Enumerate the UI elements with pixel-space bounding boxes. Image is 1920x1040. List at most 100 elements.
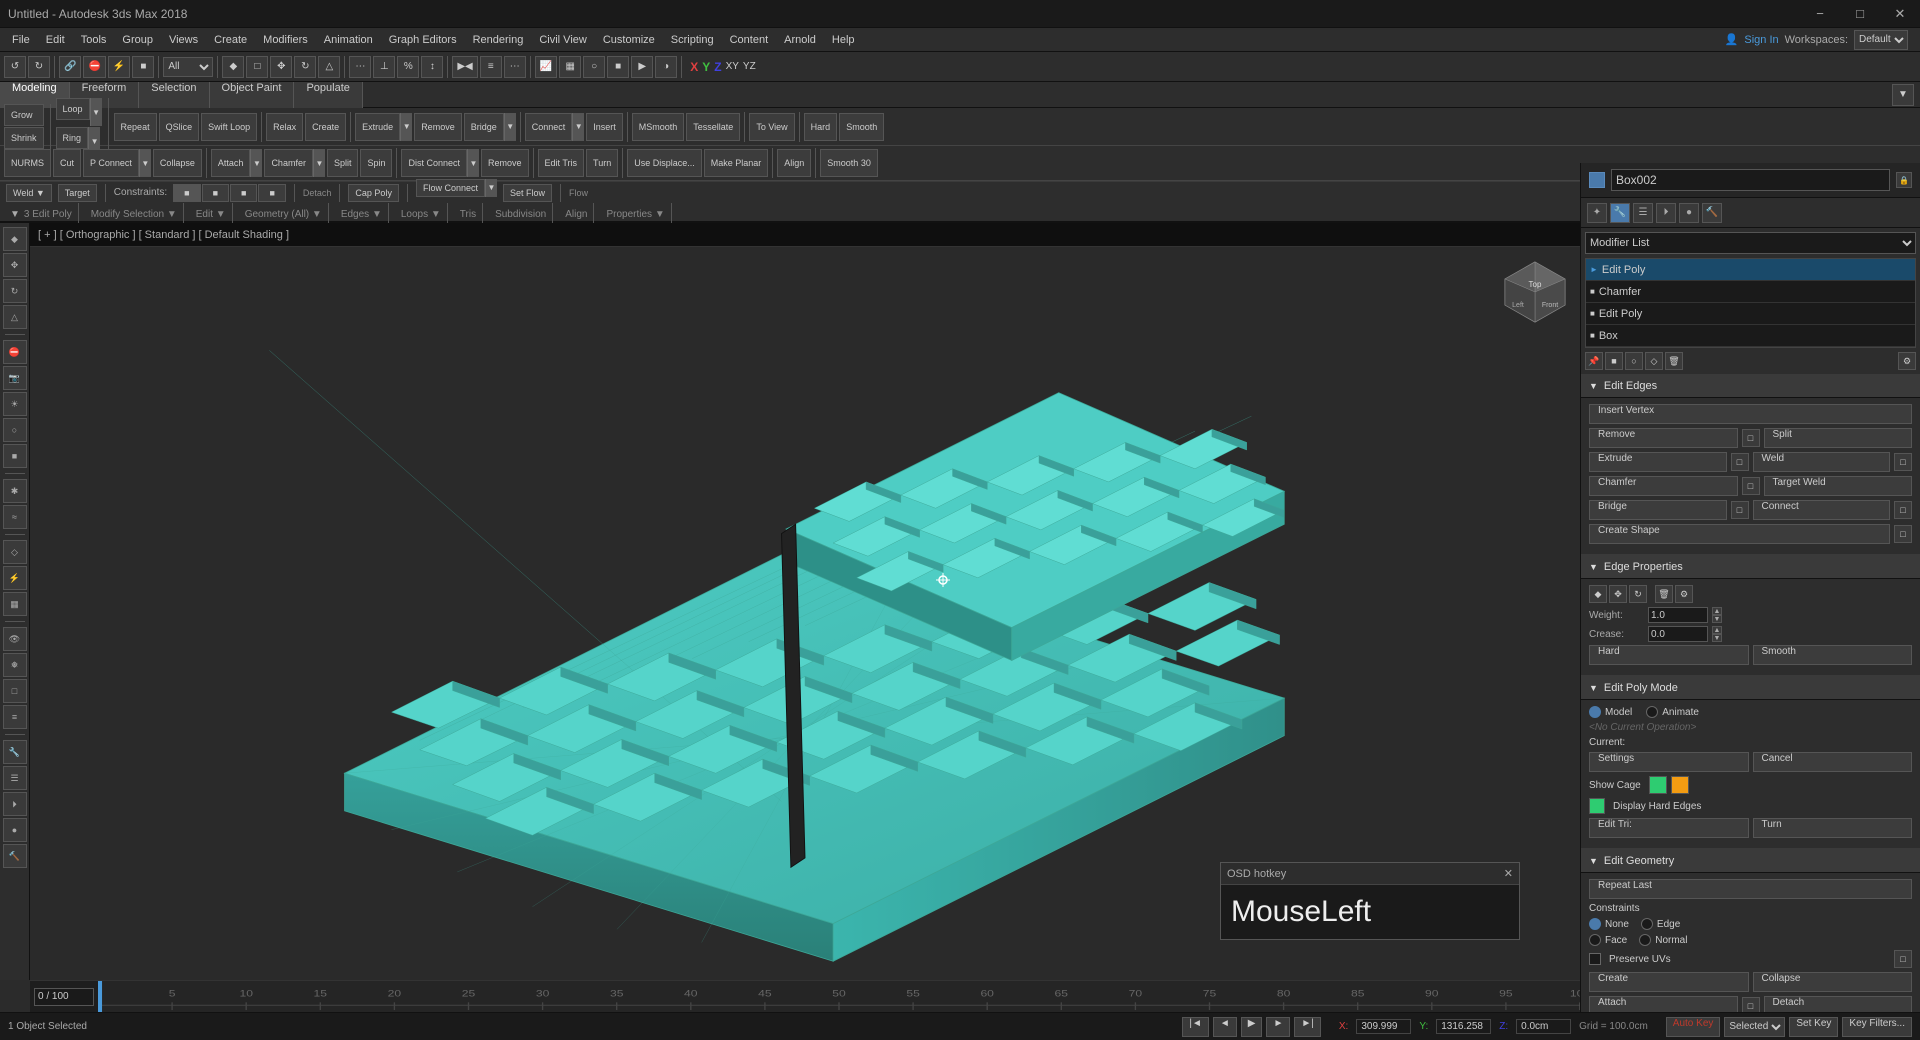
- menu-tools[interactable]: Tools: [73, 32, 115, 48]
- menu-civil-view[interactable]: Civil View: [531, 32, 594, 48]
- edge-radio[interactable]: [1641, 918, 1653, 930]
- lt-motion[interactable]: ⏵: [3, 792, 27, 816]
- angle-snap-button[interactable]: ⊥: [373, 56, 395, 78]
- unlink-button[interactable]: ⛔: [83, 56, 105, 78]
- connect-btn2[interactable]: Connect: [1753, 500, 1891, 520]
- weight-up[interactable]: ▲: [1712, 607, 1722, 615]
- make-unique-btn[interactable]: ◇: [1645, 352, 1663, 370]
- play-btn[interactable]: ▶: [1241, 1017, 1263, 1037]
- loop-dropdown[interactable]: ▼: [90, 98, 102, 126]
- spin-button[interactable]: Spin: [360, 149, 392, 177]
- lt-manipulate[interactable]: ◇: [3, 540, 27, 564]
- turn-btn2[interactable]: Turn: [1753, 818, 1913, 838]
- make-planar-button[interactable]: Make Planar: [704, 149, 769, 177]
- modifier-list-dropdown[interactable]: Modifier List: [1585, 232, 1916, 254]
- smooth-button[interactable]: Smooth: [839, 113, 884, 141]
- chamfer-btn2[interactable]: Chamfer: [1589, 476, 1738, 496]
- move-button[interactable]: ✥: [270, 56, 292, 78]
- set-flow-button[interactable]: Set Flow: [503, 184, 552, 202]
- loop-button[interactable]: Loop: [56, 98, 90, 120]
- prop-utilities-icon[interactable]: 🔨: [1702, 203, 1722, 223]
- weld-settings-btn[interactable]: □: [1894, 453, 1912, 471]
- ribbon-grow-button[interactable]: Grow: [4, 104, 44, 126]
- split-button[interactable]: Split: [327, 149, 359, 177]
- model-radio[interactable]: [1589, 706, 1601, 718]
- constraints-e1-button[interactable]: ■: [202, 184, 229, 202]
- chamfer-settings-btn[interactable]: □: [1742, 477, 1760, 495]
- pin-stack-btn[interactable]: 📌: [1585, 352, 1603, 370]
- time-position-input[interactable]: [34, 988, 94, 1006]
- lt-hide[interactable]: 👁: [3, 627, 27, 651]
- stack-item-editpoly1[interactable]: ► Edit Poly: [1586, 259, 1915, 281]
- attach-dropdown[interactable]: ▼: [250, 149, 262, 177]
- jump-end-btn[interactable]: ►|: [1294, 1017, 1321, 1037]
- lt-freeze[interactable]: ❅: [3, 653, 27, 677]
- lt-crowd[interactable]: ▦: [3, 592, 27, 616]
- preserve-uvs-settings-btn[interactable]: □: [1894, 950, 1912, 968]
- ribbon-pin-button[interactable]: ▼: [1892, 84, 1914, 106]
- tab-object-paint[interactable]: Object Paint: [210, 82, 295, 108]
- weld-button[interactable]: Weld ▼: [6, 184, 52, 202]
- redo-button[interactable]: ↻: [28, 56, 50, 78]
- next-frame-btn[interactable]: ►: [1266, 1017, 1290, 1037]
- tab-selection[interactable]: Selection: [139, 82, 209, 108]
- create-shape-btn[interactable]: Create Shape: [1589, 524, 1890, 544]
- extrude-settings-btn[interactable]: □: [1731, 453, 1749, 471]
- selected-dropdown[interactable]: Selected: [1724, 1017, 1785, 1037]
- extrude-dropdown[interactable]: ▼: [400, 113, 412, 141]
- connect-settings-btn[interactable]: □: [1894, 501, 1912, 519]
- bridge-dropdown[interactable]: ▼: [504, 113, 516, 141]
- pconnect-button[interactable]: P Connect: [83, 149, 139, 177]
- dist-connect-dropdown[interactable]: ▼: [467, 149, 479, 177]
- scale-button[interactable]: △: [318, 56, 340, 78]
- lt-select[interactable]: ◆: [3, 227, 27, 251]
- lt-hierarchy[interactable]: ☰: [3, 766, 27, 790]
- viewport-cube[interactable]: Top Front Left: [1500, 257, 1570, 327]
- cage-green-btn[interactable]: [1649, 776, 1667, 794]
- relax-button[interactable]: Relax: [266, 113, 303, 141]
- use-displace-button[interactable]: Use Displace...: [627, 149, 702, 177]
- attach-button[interactable]: Attach: [211, 149, 251, 177]
- spinner-snap-button[interactable]: ↕: [421, 56, 443, 78]
- undo-button[interactable]: ↺: [4, 56, 26, 78]
- select-link-button[interactable]: 🔗: [59, 56, 81, 78]
- minimize-button[interactable]: −: [1800, 0, 1840, 28]
- hard-button[interactable]: Hard: [804, 113, 838, 141]
- preserve-uvs-checkbox[interactable]: [1589, 953, 1601, 965]
- constraints-e2-button[interactable]: ■: [230, 184, 257, 202]
- remove2-button[interactable]: Remove: [481, 149, 529, 177]
- flow-connect-button[interactable]: Flow Connect: [416, 179, 485, 197]
- lt-geometry[interactable]: ■: [3, 444, 27, 468]
- menu-animation[interactable]: Animation: [316, 32, 381, 48]
- lt-camera[interactable]: 📷: [3, 366, 27, 390]
- snap-button[interactable]: ⋯: [349, 56, 371, 78]
- flow-connect-dropdown[interactable]: ▼: [485, 179, 497, 197]
- lt-modify[interactable]: 🔧: [3, 740, 27, 764]
- key-filters-btn[interactable]: Key Filters...: [1842, 1017, 1912, 1037]
- crease-input[interactable]: [1648, 626, 1708, 642]
- weight-down[interactable]: ▼: [1712, 615, 1722, 623]
- lt-layer[interactable]: ≡: [3, 705, 27, 729]
- remove-button[interactable]: Remove: [414, 113, 462, 141]
- edit-geometry-header[interactable]: ▼ Edit Geometry: [1581, 849, 1920, 873]
- lt-move[interactable]: ✥: [3, 253, 27, 277]
- extrude-button[interactable]: Extrude: [355, 113, 400, 141]
- lt-link[interactable]: ⛔: [3, 340, 27, 364]
- nurms-button[interactable]: NURMS: [4, 149, 51, 177]
- stack-item-box[interactable]: ■ Box: [1586, 325, 1915, 347]
- ep-select-icon[interactable]: ◆: [1589, 585, 1607, 603]
- menu-create[interactable]: Create: [206, 32, 255, 48]
- crease-down[interactable]: ▼: [1712, 634, 1722, 642]
- repeat-button[interactable]: Repeat: [114, 113, 157, 141]
- stack-item-chamfer[interactable]: ■ Chamfer: [1586, 281, 1915, 303]
- repeat-last-btn[interactable]: Repeat Last: [1589, 879, 1912, 899]
- lt-helper[interactable]: ✱: [3, 479, 27, 503]
- menu-graph-editors[interactable]: Graph Editors: [381, 32, 465, 48]
- insert-vertex-btn[interactable]: Insert Vertex: [1589, 404, 1912, 424]
- menu-content[interactable]: Content: [722, 32, 777, 48]
- pconnect-dropdown[interactable]: ▼: [139, 149, 151, 177]
- stack-item-editpoly2[interactable]: ■ Edit Poly: [1586, 303, 1915, 325]
- remove-mod-btn[interactable]: 🗑: [1665, 352, 1683, 370]
- close-button[interactable]: ✕: [1880, 0, 1920, 28]
- timeline-bar[interactable]: 0 5 10 15 20 25 30 35 40 45 50: [98, 981, 1580, 1012]
